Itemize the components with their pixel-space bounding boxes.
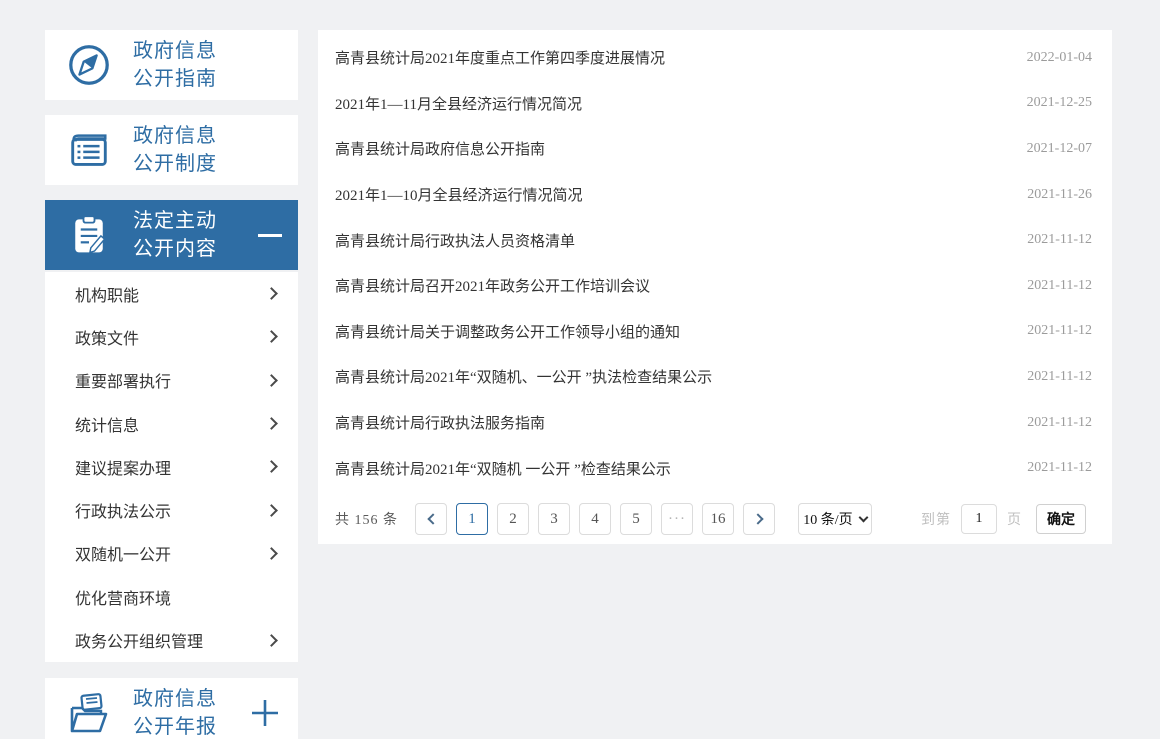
- article-link[interactable]: 高青县统计局2021年“双随机 一公开 ”检查结果公示: [335, 458, 1007, 479]
- article-link[interactable]: 高青县统计局2021年“双随机、一公开 ”执法检查结果公示: [335, 366, 1007, 387]
- chevron-left-icon: [427, 513, 438, 524]
- compass-icon: [45, 42, 133, 88]
- page-button-4[interactable]: 4: [579, 503, 611, 535]
- page-button-3[interactable]: 3: [538, 503, 570, 535]
- article-date: 2021-11-26: [1027, 187, 1092, 203]
- sidebar-submenu: 机构职能 政策文件 重要部署执行 统计信息 建议提案办理 行政执法公示 双随机一…: [45, 272, 298, 662]
- article-list-panel: 高青县统计局2021年度重点工作第四季度进展情况 2022-01-04 2021…: [318, 30, 1112, 544]
- article-date: 2021-11-12: [1027, 323, 1092, 339]
- chevron-right-icon: [265, 417, 278, 430]
- collapse-minus-icon[interactable]: [258, 234, 282, 237]
- menu-item-label: 政策文件: [75, 325, 139, 349]
- more-pages-button[interactable]: ···: [661, 503, 693, 535]
- sidebar-item-gov-openness-management[interactable]: 政务公开组织管理: [45, 618, 298, 661]
- article-date: 2021-11-12: [1027, 369, 1092, 385]
- sidebar-item-org-functions[interactable]: 机构职能: [45, 272, 298, 315]
- article-link[interactable]: 高青县统计局行政执法人员资格清单: [335, 230, 1007, 251]
- list-item: 2021年1—11月全县经济运行情况简况 2021-12-25: [318, 81, 1112, 127]
- page-button-5[interactable]: 5: [620, 503, 652, 535]
- menu-item-label: 双随机一公开: [75, 541, 171, 565]
- article-date: 2022-01-04: [1027, 50, 1092, 66]
- page-button-16[interactable]: 16: [702, 503, 734, 535]
- sidebar-item-policy-documents[interactable]: 政策文件: [45, 315, 298, 358]
- menu-item-label: 统计信息: [75, 412, 139, 436]
- chevron-right-icon: [752, 513, 763, 524]
- chevron-right-icon: [265, 504, 278, 517]
- article-link[interactable]: 2021年1—10月全县经济运行情况简况: [335, 184, 1007, 205]
- prev-page-button[interactable]: [415, 503, 447, 535]
- article-link[interactable]: 高青县统计局召开2021年政务公开工作培训会议: [335, 275, 1007, 296]
- article-link[interactable]: 高青县统计局行政执法服务指南: [335, 412, 1007, 433]
- sidebar-item-statutory-disclosure[interactable]: 法定主动 公开内容: [45, 200, 298, 270]
- sidebar-item-label: 政府信息 公开年报: [133, 685, 217, 739]
- article-link[interactable]: 高青县统计局政府信息公开指南: [335, 138, 1007, 159]
- menu-item-label: 政务公开组织管理: [75, 628, 203, 652]
- article-link[interactable]: 高青县统计局关于调整政务公开工作领导小组的通知: [335, 321, 1007, 342]
- list-item: 高青县统计局行政执法服务指南 2021-11-12: [318, 400, 1112, 446]
- page-size-select[interactable]: 10 条/页: [798, 503, 872, 535]
- menu-item-label: 建议提案办理: [75, 455, 171, 479]
- goto-page-suffix-label: 页: [1007, 509, 1021, 529]
- article-date: 2021-11-12: [1027, 278, 1092, 294]
- list-item: 高青县统计局2021年“双随机 一公开 ”检查结果公示 2021-11-12: [318, 445, 1112, 491]
- list-item: 2021年1—10月全县经济运行情况简况 2021-11-26: [318, 172, 1112, 218]
- article-link[interactable]: 高青县统计局2021年度重点工作第四季度进展情况: [335, 47, 1007, 68]
- clipboard-pencil-icon: [45, 213, 133, 257]
- list-item: 高青县统计局2021年度重点工作第四季度进展情况 2022-01-04: [318, 35, 1112, 81]
- article-date: 2021-12-07: [1027, 141, 1092, 157]
- chevron-right-icon: [265, 634, 278, 647]
- sidebar-item-statistics-info[interactable]: 统计信息: [45, 402, 298, 445]
- confirm-button[interactable]: 确定: [1036, 504, 1086, 534]
- goto-page-prefix-label: 到第: [921, 509, 951, 529]
- sidebar-item-gov-info-system[interactable]: 政府信息 公开制度: [45, 115, 298, 185]
- article-list: 高青县统计局2021年度重点工作第四季度进展情况 2022-01-04 2021…: [318, 30, 1112, 491]
- menu-item-label: 重要部署执行: [75, 368, 171, 392]
- sidebar-item-enforcement-disclosure[interactable]: 行政执法公示: [45, 488, 298, 531]
- sidebar-item-proposals-handling[interactable]: 建议提案办理: [45, 445, 298, 488]
- page-button-1[interactable]: 1: [456, 503, 488, 535]
- chevron-right-icon: [265, 374, 278, 387]
- pagination-bar: 共 156 条 1 2 3 4 5 ··· 16 10 条/页 到第 页 确定: [335, 503, 1092, 535]
- article-date: 2021-11-12: [1027, 460, 1092, 476]
- sidebar-item-gov-info-guide[interactable]: 政府信息 公开指南: [45, 30, 298, 100]
- page-button-2[interactable]: 2: [497, 503, 529, 535]
- article-date: 2021-11-12: [1027, 232, 1092, 248]
- list-item: 高青县统计局政府信息公开指南 2021-12-07: [318, 126, 1112, 172]
- sidebar-item-annual-report[interactable]: 政府信息 公开年报: [45, 678, 298, 739]
- sidebar-item-label: 政府信息 公开制度: [133, 122, 217, 178]
- goto-page-input[interactable]: [961, 504, 997, 534]
- document-list-icon: [45, 127, 133, 173]
- chevron-right-icon: [265, 547, 278, 560]
- chevron-right-icon: [265, 287, 278, 300]
- chevron-down-icon: [858, 512, 868, 522]
- total-count-label: 共 156 条: [335, 509, 398, 529]
- page-size-label: 10 条/页: [803, 509, 852, 529]
- article-link[interactable]: 2021年1—11月全县经济运行情况简况: [335, 93, 1007, 114]
- next-page-button[interactable]: [743, 503, 775, 535]
- list-item: 高青县统计局关于调整政务公开工作领导小组的通知 2021-11-12: [318, 309, 1112, 355]
- folder-icon: [45, 689, 133, 737]
- sidebar-item-double-random[interactable]: 双随机一公开: [45, 532, 298, 575]
- list-item: 高青县统计局2021年“双随机、一公开 ”执法检查结果公示 2021-11-12: [318, 354, 1112, 400]
- menu-item-label: 优化营商环境: [75, 585, 171, 609]
- menu-item-label: 行政执法公示: [75, 498, 171, 522]
- sidebar-item-key-deployments[interactable]: 重要部署执行: [45, 359, 298, 402]
- menu-item-label: 机构职能: [75, 282, 139, 306]
- expand-plus-icon[interactable]: [248, 696, 282, 730]
- list-item: 高青县统计局召开2021年政务公开工作培训会议 2021-11-12: [318, 263, 1112, 309]
- article-date: 2021-12-25: [1027, 95, 1092, 111]
- sidebar-item-business-environment[interactable]: 优化营商环境: [45, 575, 298, 618]
- sidebar-item-label: 法定主动 公开内容: [133, 207, 217, 263]
- list-item: 高青县统计局行政执法人员资格清单 2021-11-12: [318, 217, 1112, 263]
- chevron-right-icon: [265, 460, 278, 473]
- sidebar-item-label: 政府信息 公开指南: [133, 37, 217, 93]
- sidebar: 政府信息 公开指南 政府信息 公开制度: [45, 30, 298, 739]
- article-date: 2021-11-12: [1027, 415, 1092, 431]
- chevron-right-icon: [265, 331, 278, 344]
